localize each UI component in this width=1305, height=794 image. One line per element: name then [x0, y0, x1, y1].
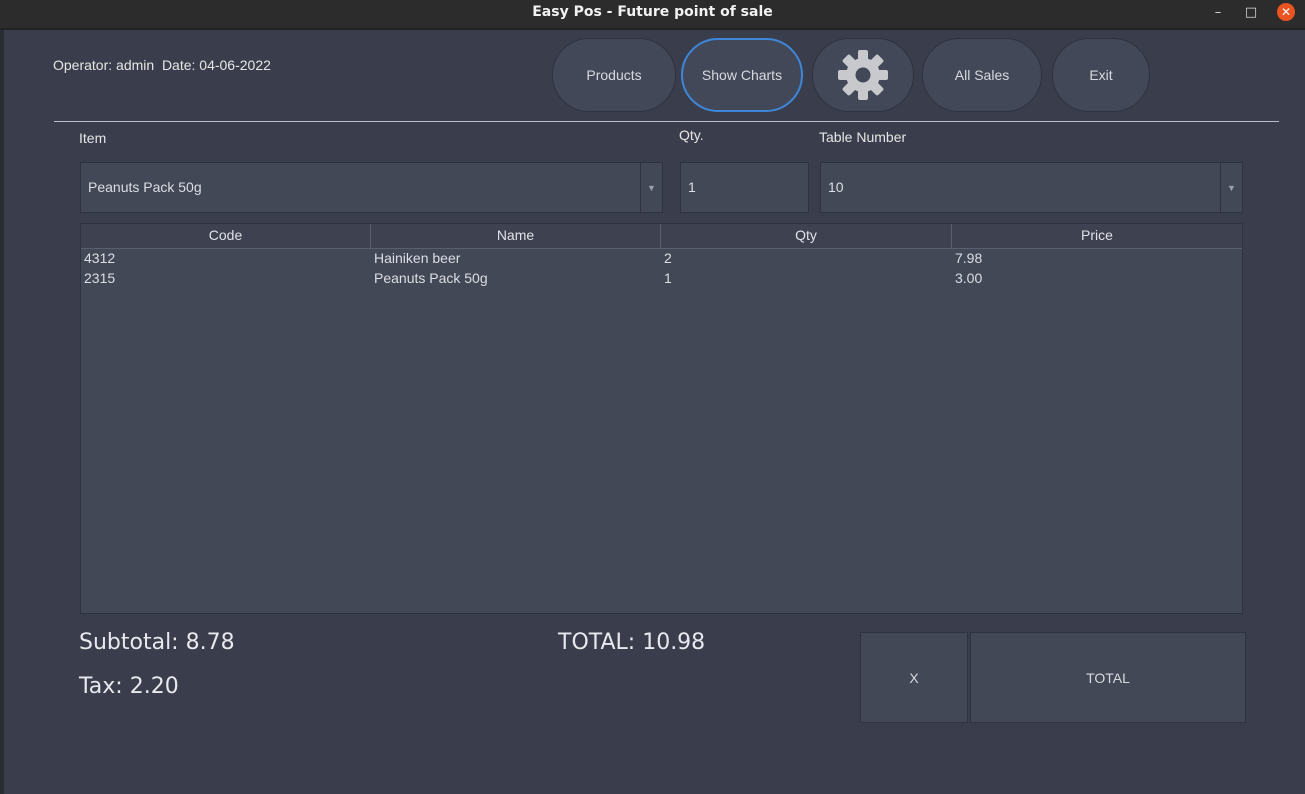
chevron-down-icon[interactable]: ▼	[1220, 163, 1242, 212]
products-button[interactable]: Products	[552, 38, 676, 112]
table-number-value: 10	[828, 179, 844, 195]
table-row[interactable]: 2315 Peanuts Pack 50g 1 3.00	[81, 268, 1242, 288]
cell-price: 7.98	[955, 250, 983, 266]
column-header-code[interactable]: Code	[81, 224, 371, 248]
column-header-price[interactable]: Price	[952, 224, 1242, 248]
all-sales-button[interactable]: All Sales	[922, 38, 1042, 112]
header-separator	[54, 121, 1279, 122]
show-charts-button[interactable]: Show Charts	[681, 38, 803, 112]
table-number-select[interactable]: 10 ▼	[820, 162, 1243, 213]
close-icon[interactable]: ✕	[1277, 3, 1295, 21]
chevron-down-icon[interactable]: ▼	[640, 163, 662, 212]
maximize-icon[interactable]: □	[1241, 3, 1261, 23]
clear-order-button[interactable]: X	[860, 632, 968, 723]
minimize-icon[interactable]: –	[1208, 3, 1228, 23]
item-select[interactable]: Peanuts Pack 50g ▼	[80, 162, 663, 213]
total-amount-label: TOTAL: 10.98	[558, 630, 706, 655]
cell-qty: 2	[664, 250, 672, 266]
qty-input-value: 1	[688, 179, 696, 195]
subtotal-label: Subtotal: 8.78	[79, 630, 235, 655]
cell-code: 2315	[84, 270, 116, 286]
gear-icon	[838, 50, 888, 100]
item-select-value: Peanuts Pack 50g	[88, 179, 202, 195]
cell-qty: 1	[664, 270, 672, 286]
cell-code: 4312	[84, 250, 116, 266]
column-header-name[interactable]: Name	[371, 224, 661, 248]
pos-window: Easy Pos - Future point of sale – □ ✕ Op…	[0, 0, 1305, 794]
table-row[interactable]: 4312 Hainiken beer 2 7.98	[81, 248, 1242, 268]
cell-name: Peanuts Pack 50g	[374, 270, 488, 286]
tax-label: Tax: 2.20	[79, 674, 179, 699]
window-title: Easy Pos - Future point of sale	[532, 4, 773, 20]
order-table[interactable]: Code Name Qty Price 4312 Hainiken beer 2…	[80, 223, 1243, 614]
cell-name: Hainiken beer	[374, 250, 461, 266]
cell-price: 3.00	[955, 270, 983, 286]
qty-input[interactable]: 1	[680, 162, 809, 213]
left-edge	[0, 30, 4, 794]
total-button[interactable]: TOTAL	[970, 632, 1246, 723]
column-header-qty[interactable]: Qty	[661, 224, 952, 248]
settings-button[interactable]	[812, 38, 914, 112]
title-bar[interactable]: Easy Pos - Future point of sale – □ ✕	[0, 0, 1305, 30]
operator-date-label: Operator: admin Date: 04-06-2022	[53, 57, 271, 73]
exit-button[interactable]: Exit	[1052, 38, 1150, 112]
qty-label: Qty.	[679, 127, 704, 143]
item-label: Item	[79, 130, 107, 146]
order-table-header: Code Name Qty Price	[81, 224, 1242, 249]
table-number-label: Table Number	[819, 129, 907, 145]
